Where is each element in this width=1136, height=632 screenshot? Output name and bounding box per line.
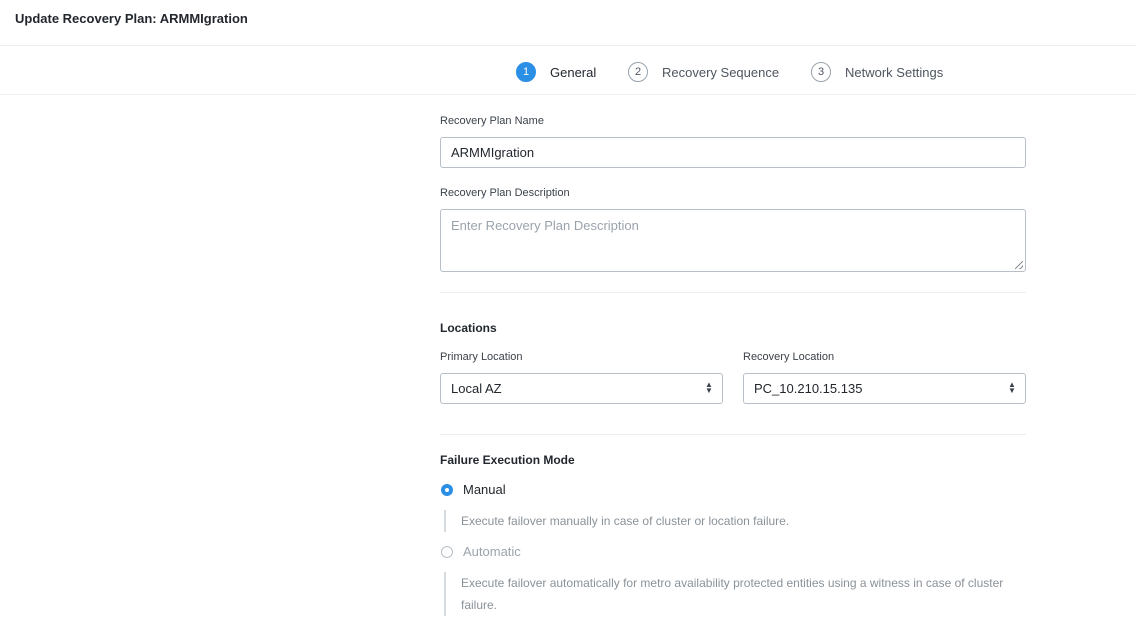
step-label: Network Settings: [845, 64, 944, 80]
divider: [440, 434, 1026, 435]
step-recovery-sequence[interactable]: 2 Recovery Sequence: [628, 62, 779, 82]
automatic-description: Execute failover automatically for metro…: [444, 572, 1024, 616]
recovery-location-select[interactable]: PC_10.210.15.135 ▲ ▼: [743, 373, 1026, 404]
description-placeholder: Enter Recovery Plan Description: [451, 218, 639, 233]
wizard-stepper: 1 General 2 Recovery Sequence 3 Network …: [0, 46, 1136, 95]
manual-radio-label: Manual: [463, 482, 506, 497]
recovery-plan-name-value: ARMMIgration: [451, 145, 535, 160]
header: Update Recovery Plan: ARMMIgration: [0, 0, 1136, 46]
radio-checked-icon[interactable]: [441, 483, 453, 496]
resize-grip-icon[interactable]: [1015, 261, 1023, 269]
locations-title: Locations: [440, 321, 497, 335]
recovery-location-value: PC_10.210.15.135: [754, 381, 863, 396]
select-caret-icon: ▲ ▼: [1008, 380, 1016, 395]
recovery-plan-name-label: Recovery Plan Name: [440, 115, 544, 127]
automatic-radio-label: Automatic: [463, 544, 521, 559]
recovery-plan-description-label: Recovery Plan Description: [440, 187, 570, 199]
step-network-settings[interactable]: 3 Network Settings: [811, 62, 943, 82]
automatic-radio-option[interactable]: Automatic: [441, 544, 521, 559]
recovery-plan-name-input[interactable]: ARMMIgration: [440, 137, 1026, 168]
primary-location-select[interactable]: Local AZ ▲ ▼: [440, 373, 723, 404]
recovery-plan-description-textarea[interactable]: Enter Recovery Plan Description: [440, 209, 1026, 272]
radio-unchecked-icon[interactable]: [441, 545, 453, 558]
divider: [440, 292, 1026, 293]
failure-execution-mode-title: Failure Execution Mode: [440, 453, 575, 467]
step-label: General: [550, 64, 597, 80]
page-title: Update Recovery Plan: ARMMIgration: [15, 11, 248, 26]
step-label: Recovery Sequence: [662, 64, 780, 80]
step-number-badge: 3: [811, 62, 831, 82]
primary-location-value: Local AZ: [451, 381, 502, 396]
manual-radio-option[interactable]: Manual: [441, 482, 506, 497]
primary-location-label: Primary Location: [440, 351, 523, 363]
step-number-badge: 2: [628, 62, 648, 82]
step-number-badge: 1: [516, 62, 536, 82]
recovery-location-label: Recovery Location: [743, 351, 835, 363]
update-recovery-plan-page: Update Recovery Plan: ARMMIgration 1 Gen…: [0, 0, 1136, 632]
step-general[interactable]: 1 General: [516, 62, 596, 82]
select-caret-icon: ▲ ▼: [705, 380, 713, 395]
manual-description: Execute failover manually in case of clu…: [444, 510, 1004, 532]
